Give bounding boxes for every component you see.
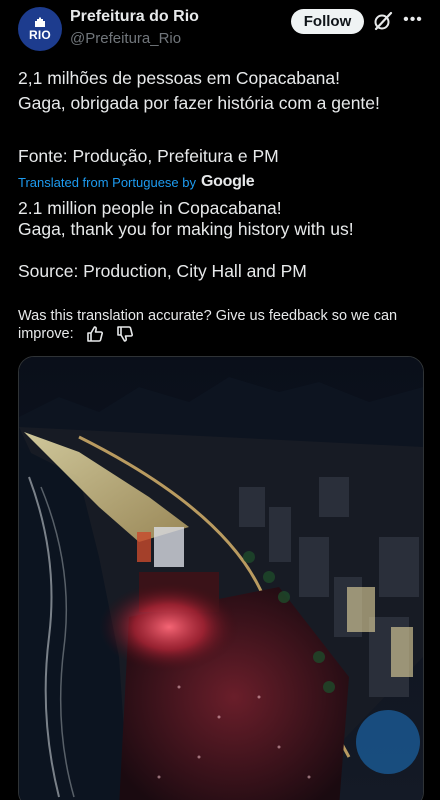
crest-icon: [35, 17, 45, 27]
post-text-original-line2: Gaga, obrigada por fazer história com a …: [18, 93, 380, 113]
follow-button[interactable]: Follow: [291, 9, 364, 34]
post-header: RIO Prefeitura do Rio @Prefeitura_Rio Fo…: [0, 0, 440, 60]
more-options-icon[interactable]: •••: [402, 10, 424, 30]
feedback-text: Was this translation accurate? Give us f…: [18, 308, 398, 342]
post-text-translated-line2: Gaga, thank you for making history with …: [18, 219, 354, 239]
post-text-original-source: Fonte: Produção, Prefeitura e PM: [18, 146, 279, 166]
translated-from-label: Translated from Portuguese by: [18, 174, 196, 190]
translation-attribution[interactable]: Translated from Portuguese by Google: [18, 173, 255, 191]
post-view: RIO Prefeitura do Rio @Prefeitura_Rio Fo…: [0, 0, 440, 800]
avatar[interactable]: RIO: [18, 7, 62, 51]
post-text-translated-source: Source: Production, City Hall and PM: [18, 261, 307, 281]
floating-action-button[interactable]: [356, 710, 420, 774]
google-logo: Google: [201, 173, 255, 190]
post-text-original-line1: 2,1 milhões de pessoas em Copacabana!: [18, 68, 341, 88]
translation-feedback: Was this translation accurate? Give us f…: [18, 307, 418, 343]
grok-icon[interactable]: [373, 11, 393, 31]
account-name[interactable]: Prefeitura do Rio: [70, 8, 199, 26]
avatar-text: RIO: [29, 28, 51, 42]
thumbs-up-icon[interactable]: [86, 325, 104, 343]
thumbs-down-icon[interactable]: [116, 325, 134, 343]
account-handle[interactable]: @Prefeitura_Rio: [70, 30, 181, 47]
